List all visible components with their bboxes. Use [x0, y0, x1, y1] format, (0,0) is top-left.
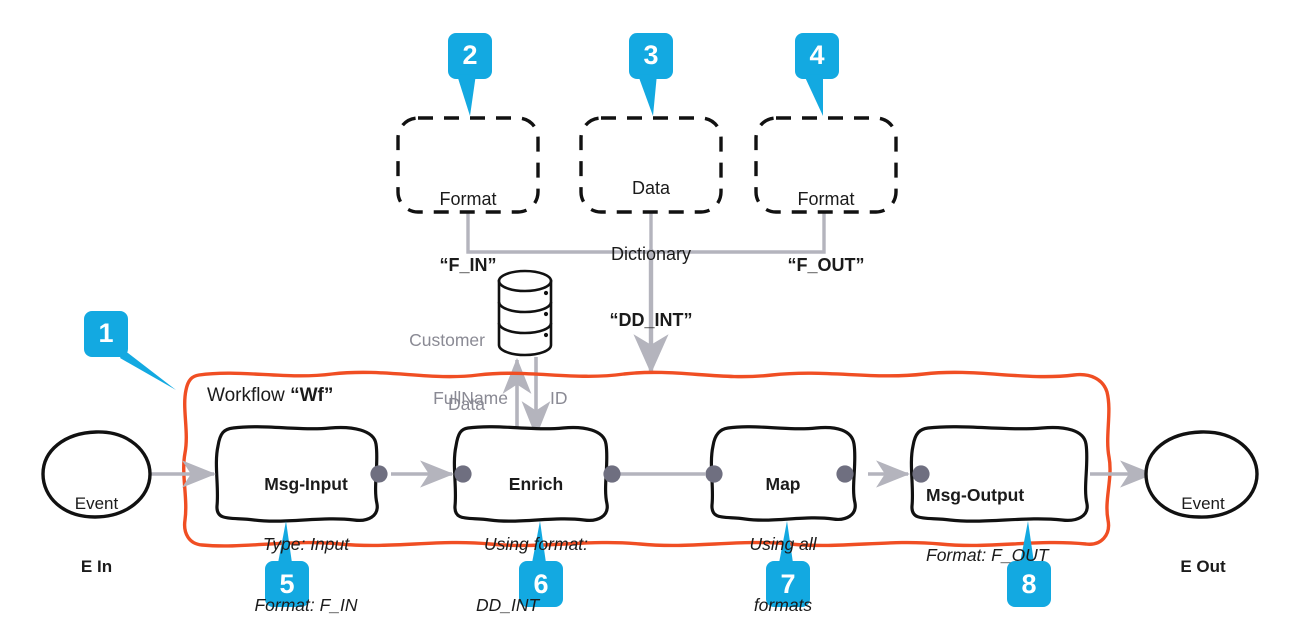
node-map-sub2: formats	[753, 594, 813, 615]
node-msg-output-sub1: Format: F_OUT	[926, 545, 1049, 566]
artifact-data-dictionary-line2: Dictionary	[610, 243, 692, 264]
artifact-format-f-out-line1: Format	[797, 188, 855, 209]
event-in[interactable]: Event E In	[43, 453, 150, 619]
node-msg-input-sub2: Format: F_IN	[254, 594, 358, 615]
node-enrich-title: Enrich	[508, 474, 564, 495]
diagram-canvas: 1 2 3 4 5 6 7 8 Format “F_IN” Data Dicti…	[0, 0, 1297, 627]
badge-4-label: 4	[809, 40, 825, 70]
badge-2-label: 2	[462, 40, 478, 70]
workflow-label-name: “Wf”	[290, 385, 334, 406]
workflow-label: Workflow “Wf”	[207, 384, 467, 407]
node-map[interactable]: Map Using all formats	[715, 435, 851, 627]
node-msg-input-sub1: Type: Input	[262, 534, 350, 555]
datastore-label: Customer Data	[333, 287, 485, 458]
badge-3-label: 3	[643, 40, 659, 70]
node-map-sub1: Using all	[749, 534, 817, 555]
node-msg-output[interactable]: Msg-Output Format: F_OUT	[926, 446, 1086, 606]
artifact-format-f-in-line1: Format	[439, 188, 497, 209]
node-msg-input-title: Msg-Input	[264, 474, 348, 495]
artifact-data-dictionary-line3: “DD_INT”	[609, 309, 693, 330]
node-enrich-sub2: DD_INT	[476, 594, 540, 615]
id-flow-label: ID	[550, 388, 568, 408]
node-enrich[interactable]: Enrich Using format: DD_INT	[462, 435, 610, 627]
node-msg-input[interactable]: Msg-Input Type: Input Format: F_IN	[226, 435, 386, 627]
event-out-line1: Event	[1181, 494, 1225, 514]
artifact-data-dictionary: Data Dictionary “DD_INT”	[581, 134, 721, 375]
node-map-title: Map	[765, 474, 801, 495]
node-msg-output-title: Msg-Output	[926, 485, 1025, 506]
event-in-line1: Event	[74, 494, 119, 514]
artifact-format-f-out: Format “F_OUT”	[756, 145, 896, 321]
artifact-format-f-in-line2: “F_IN”	[439, 254, 497, 275]
event-out-line2: E Out	[1180, 556, 1226, 576]
event-in-line2: E In	[80, 556, 113, 576]
event-out[interactable]: Event E Out	[1148, 453, 1258, 619]
datastore-label-line1: Customer	[409, 329, 485, 350]
node-enrich-sub1: Using format:	[483, 534, 589, 555]
artifact-format-f-out-line2: “F_OUT”	[787, 254, 865, 275]
workflow-label-prefix: Workflow	[207, 385, 291, 406]
badge-1-label: 1	[98, 318, 114, 348]
artifact-data-dictionary-line1: Data	[631, 177, 671, 198]
